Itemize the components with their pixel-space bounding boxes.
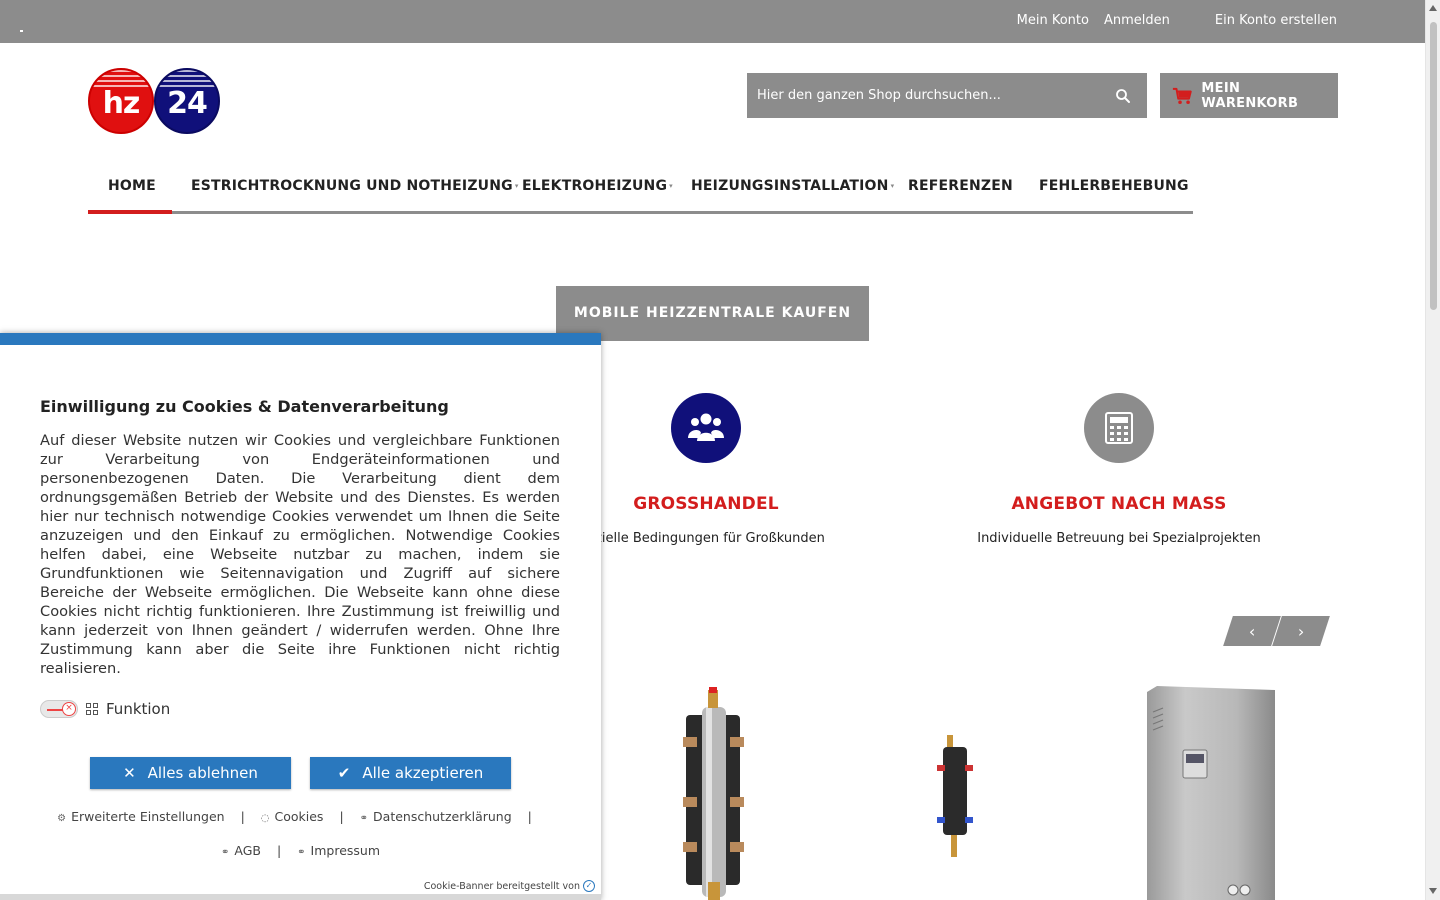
accept-all-label: Alle akzeptieren (362, 764, 484, 782)
login-link[interactable]: Anmelden (1104, 13, 1170, 28)
my-account-link[interactable]: Mein Konto (1017, 13, 1089, 28)
search-icon[interactable] (1114, 87, 1132, 105)
product-image-electric-boiler[interactable] (1145, 686, 1277, 900)
page-scrollbar[interactable] (1425, 0, 1440, 900)
cookie-links-row-1: ⚙ Erweiterte Einstellungen | ◌ Cookies | ⚭… (0, 809, 601, 824)
nav-item-estrichtrocknung-label: ESTRICHTROCKNUNG UND NOTHEIZUNG (191, 178, 513, 194)
feature-custom-offer: ANGEBOT NACH MASS Individuelle Betreuung… (959, 393, 1279, 546)
x-icon: ✕ (123, 764, 136, 782)
feature-subtitle: Individuelle Betreuung bei Spezialprojek… (977, 531, 1261, 546)
chevron-down-icon: ▾ (514, 182, 519, 190)
agb-link[interactable]: AGB (234, 843, 261, 858)
cookies-link[interactable]: Cookies (275, 809, 324, 824)
cookie-bottom-strip (0, 894, 601, 900)
chevron-left-icon: ‹ (1248, 621, 1256, 641)
reject-all-button[interactable]: ✕ Alles ablehnen (90, 757, 291, 789)
cart-label: MEIN WARENKORB (1201, 80, 1299, 111)
page: Mein Konto Anmelden Ein Konto erstellen … (0, 0, 1440, 900)
search-input[interactable] (747, 73, 1107, 118)
site-logo[interactable]: hz 24 (88, 68, 220, 134)
group-icon (671, 393, 741, 463)
separator: | (240, 809, 245, 824)
separator: | (339, 809, 344, 824)
chevron-down-icon: ▾ (890, 182, 895, 190)
nav-item-home[interactable]: HOME (108, 178, 156, 194)
search-box (747, 73, 1147, 118)
nav-active-indicator (88, 210, 172, 214)
top-bar: Mein Konto Anmelden Ein Konto erstellen (0, 0, 1425, 43)
separator: | (276, 843, 282, 858)
separator: | (527, 809, 532, 824)
feature-title: ANGEBOT NACH MASS (1011, 494, 1227, 514)
function-toggle-label: Funktion (106, 700, 171, 718)
scroll-up-icon[interactable] (1429, 5, 1437, 11)
logo-text-left: hz (102, 86, 141, 121)
cookie-links-row-2: ⚭ AGB | ⚭ Impressum (0, 843, 601, 858)
reject-all-label: Alles ablehnen (147, 764, 258, 782)
link-icon: ⚭ (359, 813, 369, 824)
link-icon: ⚭ (220, 847, 230, 858)
imprint-link[interactable]: Impressum (311, 843, 380, 858)
nav-item-estrichtrocknung[interactable]: ESTRICHTROCKNUNG UND NOTHEIZUNG ▾ (191, 178, 519, 194)
carousel-prev-button[interactable]: ‹ (1223, 616, 1281, 646)
top-bar-dot (20, 30, 23, 32)
nav-item-referenzen[interactable]: REFERENZEN (908, 178, 1013, 194)
register-link[interactable]: Ein Konto erstellen (1215, 13, 1337, 28)
cookie-icon: ◌ (260, 813, 270, 824)
gear-icon: ⚙ (57, 813, 67, 824)
cart-button[interactable]: MEIN WARENKORB (1160, 73, 1338, 118)
grid-icon (86, 703, 98, 715)
feature-title: GROSSHANDEL (633, 494, 779, 514)
main-nav: HOME ESTRICHTROCKNUNG UND NOTHEIZUNG ▾ EL… (88, 164, 1193, 214)
privacy-policy-link[interactable]: Datenschutzerklärung (373, 809, 512, 824)
cookie-banner-credit[interactable]: Cookie-Banner bereitgestellt von ✓ (424, 880, 595, 892)
top-links: Mein Konto Anmelden Ein Konto erstellen (1017, 13, 1337, 28)
nav-item-elektroheizung-label: ELEKTROHEIZUNG (522, 178, 668, 194)
feature-subtitle: ezielle Bedingungen für Großkunden (587, 531, 825, 546)
logo-text-right: 24 (167, 86, 208, 121)
buy-heating-center-button[interactable]: MOBILE HEIZZENTRALE KAUFEN (556, 286, 869, 341)
link-icon: ⚭ (297, 847, 306, 858)
cookie-title: Einwilligung zu Cookies & Datenverarbeit… (40, 397, 449, 416)
cookie-consent-dialog: Einwilligung zu Cookies & Datenverarbeit… (0, 333, 601, 900)
feature-wholesale: GROSSHANDEL ezielle Bedingungen für Groß… (576, 393, 836, 546)
chevron-right-icon: › (1297, 621, 1305, 641)
nav-item-elektroheizung[interactable]: ELEKTROHEIZUNG ▾ (522, 178, 673, 194)
nav-item-fehlerbehebung[interactable]: FEHLERBEHEBUNG (1039, 178, 1189, 194)
close-icon: × (62, 702, 76, 716)
scrollbar-thumb[interactable] (1430, 22, 1437, 310)
shopping-cart-icon (1172, 87, 1192, 104)
scroll-down-icon[interactable] (1429, 888, 1437, 894)
nav-item-heizungsinstallation-label: HEIZUNGSINSTALLATION (691, 178, 889, 194)
checkmark-badge-icon: ✓ (583, 880, 595, 892)
carousel-next-button[interactable]: › (1272, 616, 1330, 646)
check-icon: ✔ (337, 764, 351, 782)
calculator-icon (1084, 393, 1154, 463)
function-toggle[interactable]: × (40, 700, 78, 718)
product-image-hydraulic-separator[interactable] (680, 687, 750, 900)
cookie-function-toggle-row: × Funktion (40, 700, 170, 718)
logo-blue-circle: 24 (154, 68, 220, 134)
cookie-text: Auf dieser Website nutzen wir Cookies un… (40, 432, 560, 677)
logo-red-circle: hz (88, 68, 154, 134)
nav-item-heizungsinstallation[interactable]: HEIZUNGSINSTALLATION ▾ (691, 178, 894, 194)
accept-all-button[interactable]: ✔ Alle akzeptieren (310, 757, 511, 789)
advanced-settings-link[interactable]: Erweiterte Einstellungen (71, 809, 224, 824)
chevron-down-icon: ▾ (669, 182, 673, 190)
product-image-separator-insulated[interactable] (935, 735, 975, 860)
cookie-credit-text: Cookie-Banner bereitgestellt von (423, 880, 580, 892)
